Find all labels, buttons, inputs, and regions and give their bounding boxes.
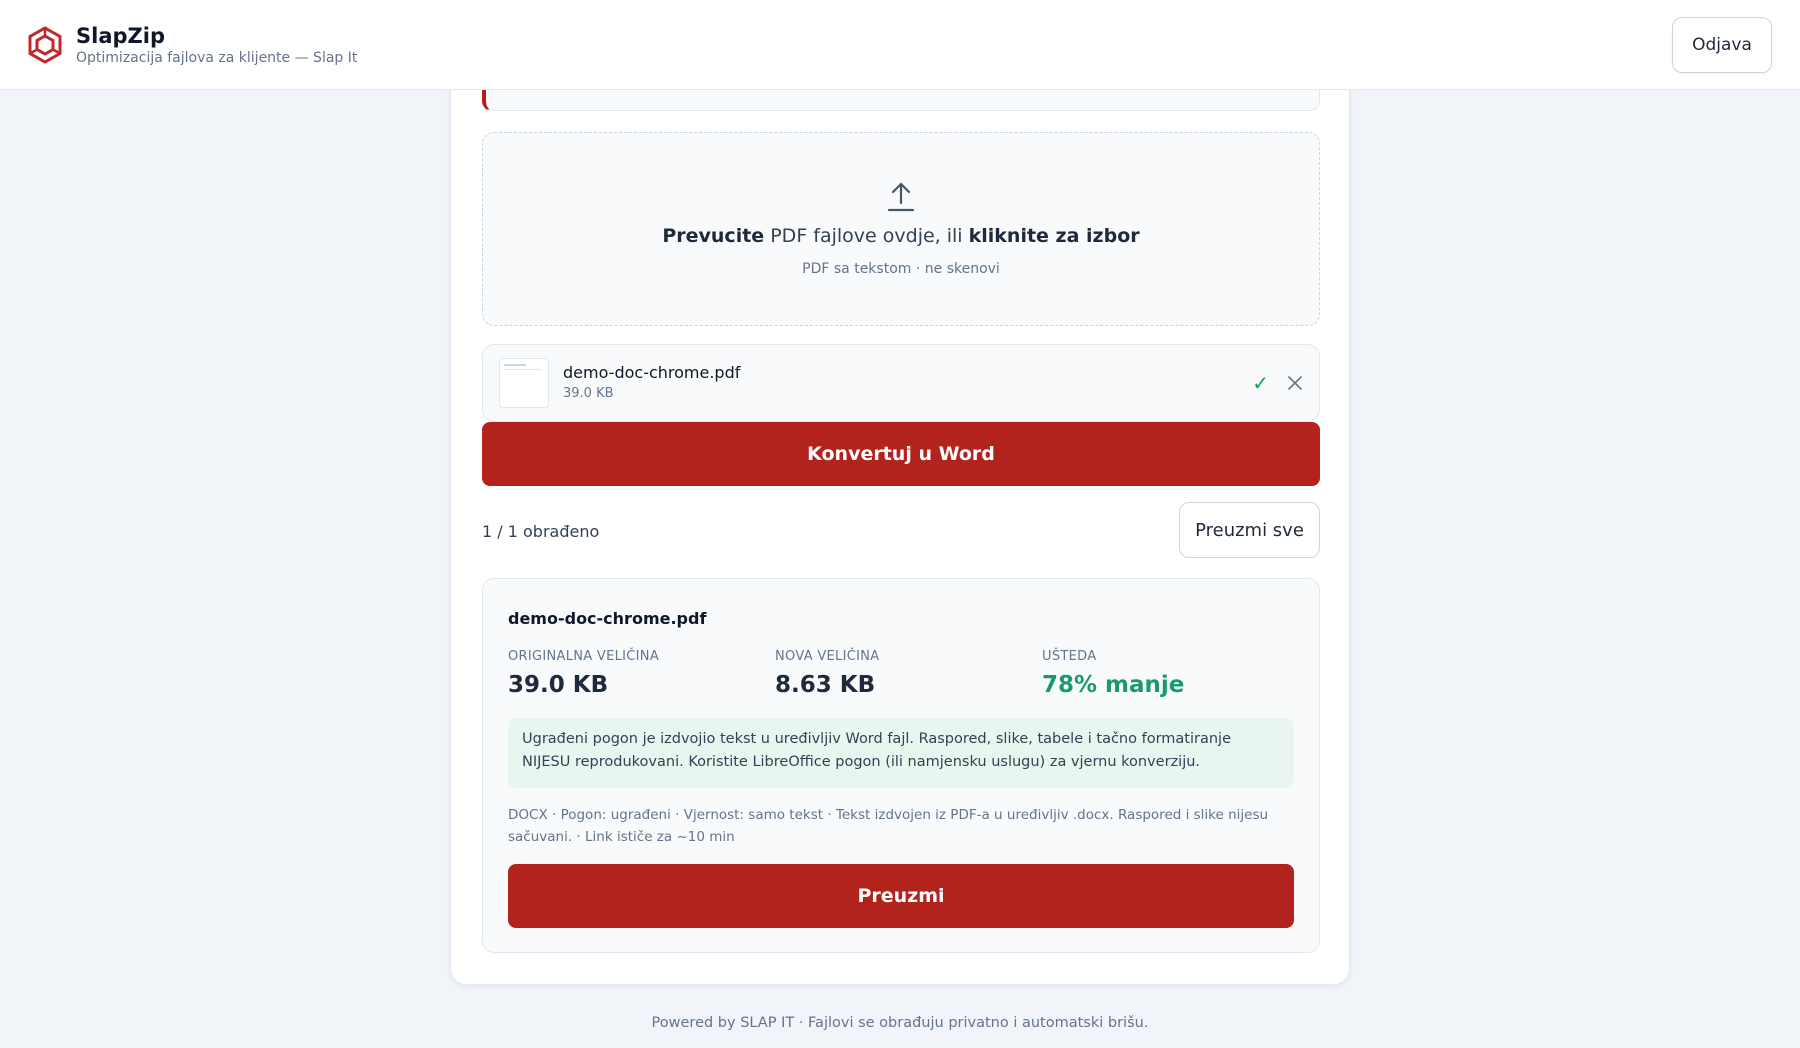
stat-savings: UŠTEDA 78% manje	[1042, 649, 1185, 698]
file-dropzone[interactable]: Prevucite PDF fajlove ovdje, ili kliknit…	[482, 132, 1320, 326]
converter-card: Prevucite PDF fajlove ovdje, ili kliknit…	[450, 60, 1350, 985]
convert-to-word-button[interactable]: Konvertuj u Word	[482, 422, 1320, 486]
download-button[interactable]: Preuzmi	[508, 864, 1294, 928]
dropzone-hint: PDF sa tekstom · ne skenovi	[802, 261, 1000, 277]
stat-new-size: NOVA VELIČINA 8.63 KB	[775, 649, 880, 698]
hexagon-logo-icon	[28, 25, 62, 64]
file-size: 39.0 KB	[563, 386, 614, 401]
file-thumbnail	[499, 358, 549, 408]
dropzone-instructions: Prevucite PDF fajlove ovdje, ili kliknit…	[662, 225, 1140, 247]
upload-icon	[887, 182, 915, 212]
choose-files-link[interactable]: kliknite za izbor	[969, 225, 1140, 247]
page-footer: Powered by SLAP IT · Fajlovi se obrađuju…	[651, 1015, 1149, 1031]
logout-button[interactable]: Odjava	[1672, 16, 1772, 73]
app-header: SlapZip Optimizacija fajlova za klijente…	[0, 0, 1800, 90]
check-icon: ✓	[1252, 371, 1269, 395]
file-name: demo-doc-chrome.pdf	[563, 363, 741, 382]
conversion-info-message: Ugrađeni pogon je izdvojio tekst u uređi…	[508, 718, 1294, 788]
close-icon[interactable]	[1287, 375, 1303, 391]
brand: SlapZip Optimizacija fajlova za klijente…	[28, 23, 357, 67]
app-name: SlapZip	[76, 23, 165, 48]
result-panel: demo-doc-chrome.pdf ORIGINALNA VELIČINA …	[482, 578, 1320, 953]
stat-original-size: ORIGINALNA VELIČINA 39.0 KB	[508, 649, 660, 698]
app-subtitle: Optimizacija fajlova za klijente — Slap …	[76, 49, 358, 66]
processed-count: 1 / 1 obrađeno	[482, 522, 600, 541]
conversion-meta: DOCX · Pogon: ugrađeni · Vjernost: samo …	[508, 807, 1269, 845]
download-all-button[interactable]: Preuzmi sve	[1179, 502, 1320, 558]
file-list-item: demo-doc-chrome.pdf 39.0 KB ✓	[482, 344, 1320, 422]
result-file-name: demo-doc-chrome.pdf	[508, 609, 707, 628]
